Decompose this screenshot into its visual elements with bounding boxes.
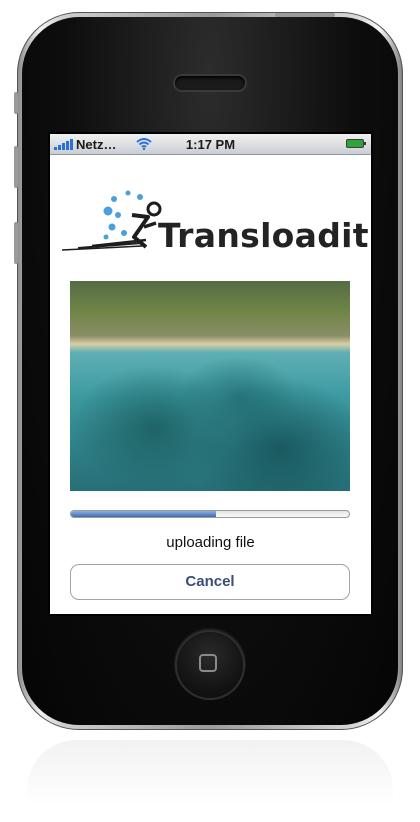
home-button[interactable]	[177, 632, 243, 698]
uploaded-photo	[70, 281, 350, 491]
earpiece-speaker	[175, 76, 245, 90]
sleep-button	[275, 13, 335, 17]
upload-status-text: uploading file	[166, 534, 255, 551]
volume-up-button	[14, 146, 18, 188]
home-button-icon	[199, 654, 217, 672]
mute-switch	[14, 92, 18, 114]
clock: 1:17 PM	[185, 137, 236, 152]
screen: Netz… 1:17 PM Transloadit uploading file…	[50, 134, 371, 614]
battery-icon	[346, 139, 366, 148]
phone-reflection	[27, 740, 393, 822]
cancel-button[interactable]: Cancel	[70, 564, 350, 600]
progress-fill	[71, 511, 216, 517]
logo-text: Transloadit	[158, 216, 369, 255]
volume-down-button	[14, 222, 18, 264]
status-bar: Netz… 1:17 PM	[50, 134, 371, 155]
upload-progress-bar	[70, 510, 350, 518]
